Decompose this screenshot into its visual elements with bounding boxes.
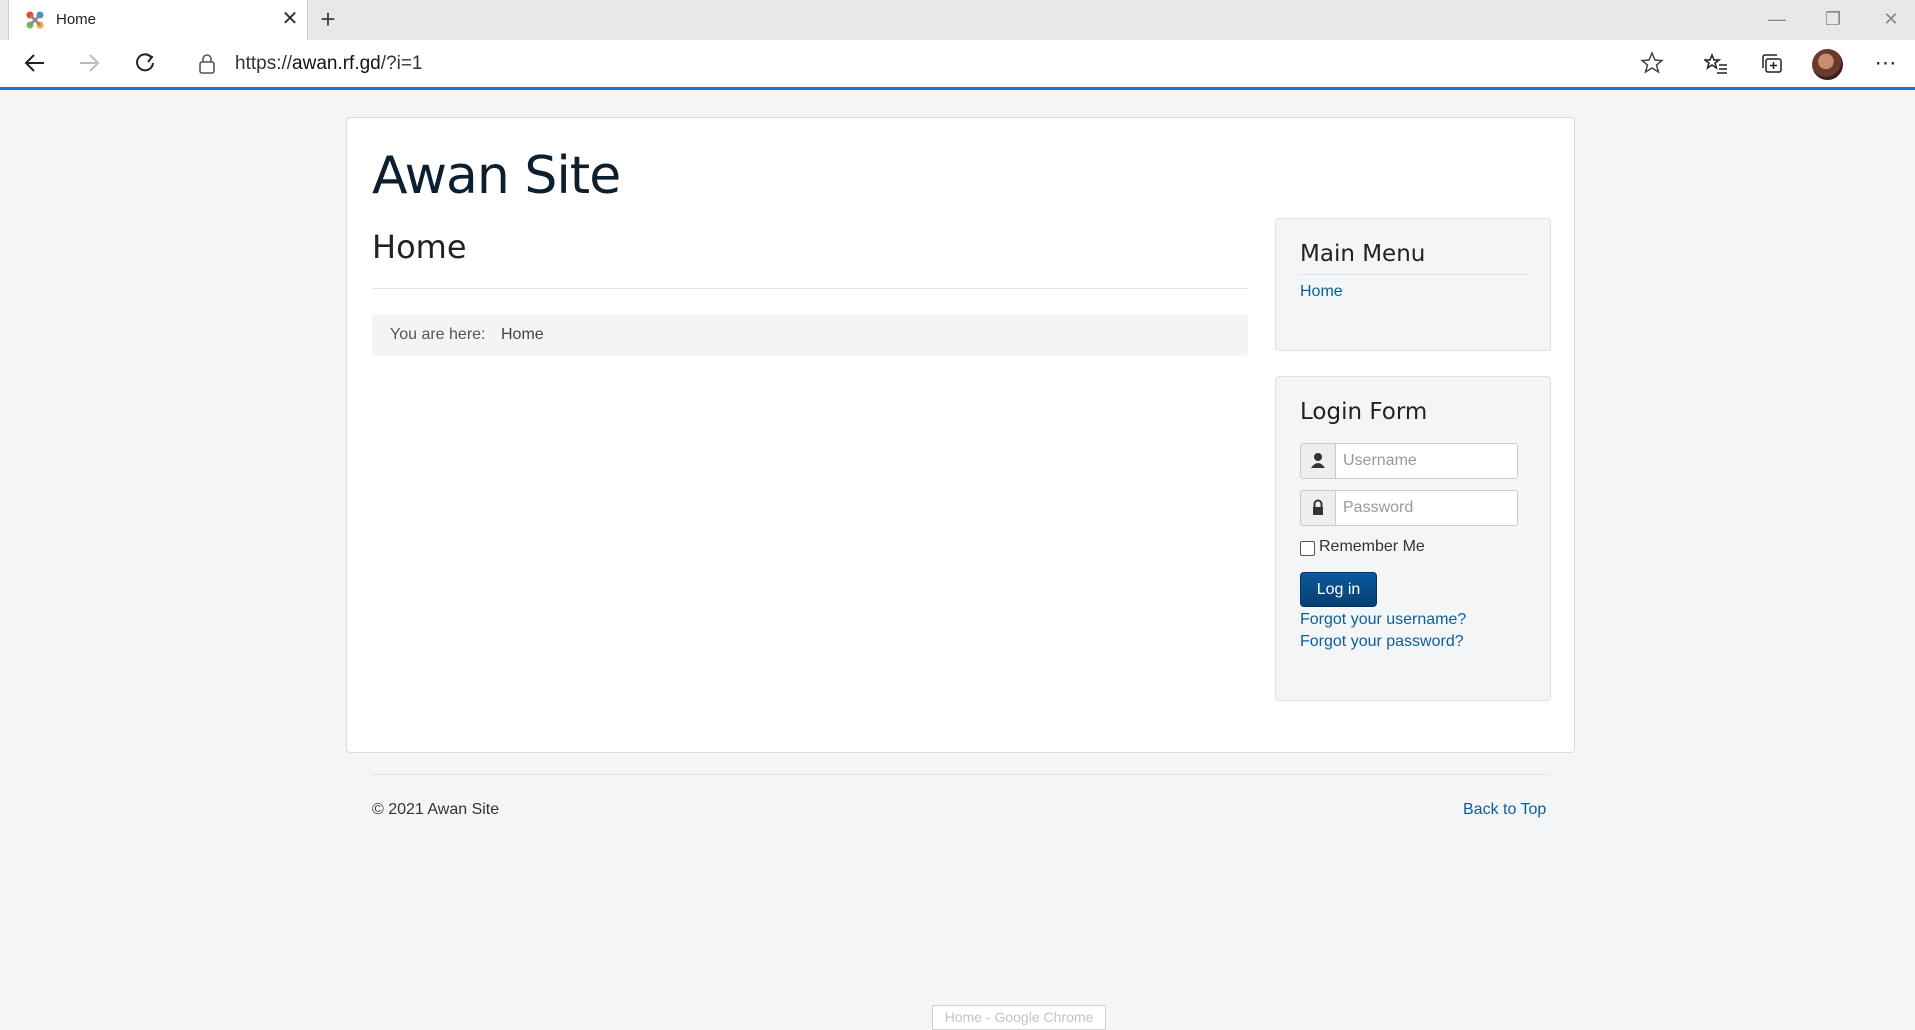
reload-button[interactable]: [127, 45, 163, 81]
toolbar-accent-line: [0, 87, 1915, 90]
window-tooltip: Home - Google Chrome: [932, 1005, 1106, 1030]
browser-tab-home[interactable]: Home ✕: [8, 0, 308, 40]
browser-tab-bar: Home ✕ + — ❐ ✕: [0, 0, 1915, 40]
menu-item-home[interactable]: Home: [1300, 283, 1343, 301]
favorites-button[interactable]: [1700, 48, 1732, 80]
forgot-password-link[interactable]: Forgot your password?: [1300, 633, 1464, 651]
user-addon: [1300, 443, 1336, 479]
back-icon: [24, 54, 44, 72]
tab-close-icon[interactable]: ✕: [279, 8, 301, 30]
forward-icon: [80, 54, 100, 72]
collections-button[interactable]: [1756, 48, 1788, 80]
profile-avatar[interactable]: [1812, 49, 1843, 80]
reload-icon: [136, 53, 154, 72]
back-button[interactable]: [17, 45, 53, 81]
site-title[interactable]: Awan Site: [372, 146, 621, 206]
main-menu-title: Main Menu: [1300, 241, 1426, 267]
footer-divider: [372, 774, 1549, 775]
collections-icon: [1762, 54, 1782, 73]
joomla-favicon-icon: [26, 11, 44, 29]
favorite-star-icon[interactable]: [1640, 51, 1664, 75]
user-icon: [1311, 453, 1325, 468]
copyright-text: © 2021 Awan Site: [372, 801, 500, 818]
back-to-top-link[interactable]: Back to Top: [1463, 801, 1546, 819]
address-bar[interactable]: https://awan.rf.gd/?i=1: [180, 45, 1680, 83]
tab-title: Home: [56, 11, 97, 28]
site-container: Awan Site Home You are here: Home Main M…: [346, 117, 1575, 753]
close-window-button[interactable]: ✕: [1876, 6, 1906, 32]
lock-icon: [199, 54, 215, 74]
page-title: Home: [372, 228, 467, 266]
password-input[interactable]: [1335, 490, 1518, 526]
login-form-title: Login Form: [1300, 399, 1428, 425]
breadcrumb: You are here: Home: [372, 314, 1248, 356]
content-divider: [372, 288, 1248, 289]
breadcrumb-current: Home: [501, 326, 544, 343]
padlock-icon: [1313, 499, 1323, 515]
login-form-module: Login Form Remember Me Log in Forgot you…: [1275, 376, 1551, 701]
module-divider: [1300, 274, 1528, 275]
more-icon[interactable]: ⋯: [1870, 45, 1902, 81]
breadcrumb-label: You are here:: [390, 326, 486, 343]
url-text: https://awan.rf.gd/?i=1: [235, 53, 423, 74]
forward-button[interactable]: [71, 45, 107, 81]
new-tab-button[interactable]: +: [314, 5, 342, 33]
restore-button[interactable]: ❐: [1818, 6, 1848, 32]
password-group: [1300, 490, 1518, 526]
forgot-username-link[interactable]: Forgot your username?: [1300, 611, 1466, 629]
main-menu-module: Main Menu Home: [1275, 218, 1551, 351]
username-input[interactable]: [1335, 443, 1518, 479]
lock-addon: [1300, 490, 1336, 526]
browser-toolbar: https://awan.rf.gd/?i=1 ⋯: [0, 40, 1915, 87]
minimize-button[interactable]: —: [1762, 6, 1792, 32]
favorites-icon: [1702, 52, 1727, 74]
remember-me-label[interactable]: Remember Me: [1319, 538, 1425, 556]
login-button[interactable]: Log in: [1300, 572, 1377, 607]
remember-me-checkbox[interactable]: [1300, 541, 1315, 556]
username-group: [1300, 443, 1518, 479]
